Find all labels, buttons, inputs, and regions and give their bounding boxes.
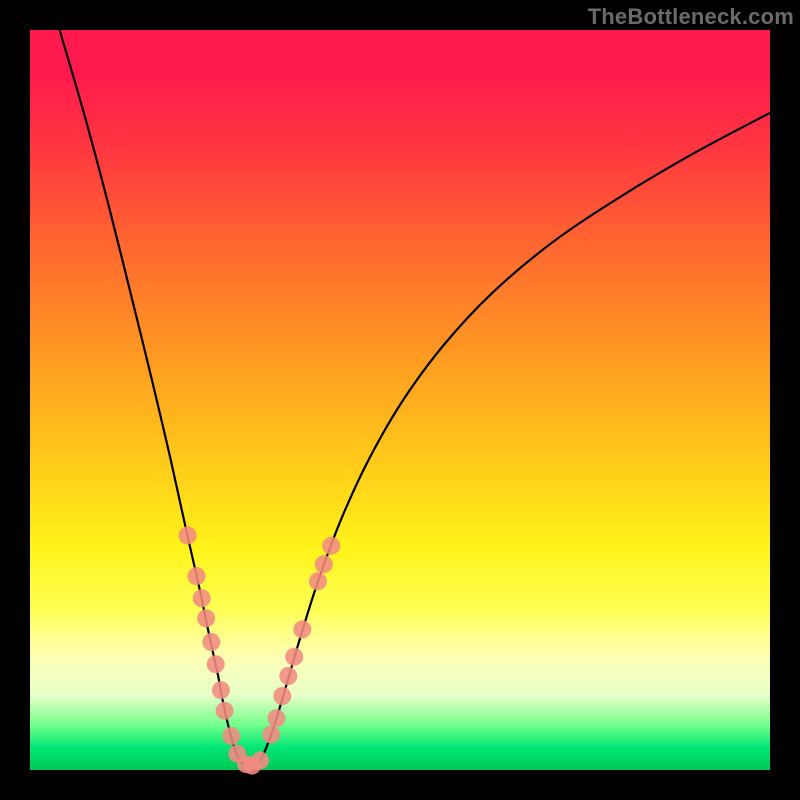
curve-marker <box>207 655 225 673</box>
curve-marker <box>309 572 327 590</box>
curve-marker <box>222 727 240 745</box>
curve-marker <box>273 687 291 705</box>
curve-marker <box>251 751 269 769</box>
marker-group <box>179 526 341 774</box>
watermark-text: TheBottleneck.com <box>588 4 794 30</box>
curve-marker <box>179 526 197 544</box>
curve-marker <box>262 726 280 744</box>
curve-marker <box>279 667 297 685</box>
curve-layer <box>30 30 770 770</box>
curve-marker <box>322 537 340 555</box>
curve-marker <box>216 702 234 720</box>
plot-area <box>30 30 770 770</box>
curve-marker <box>293 620 311 638</box>
curve-marker <box>228 745 246 763</box>
curve-marker <box>237 755 255 773</box>
curve-marker <box>243 757 261 775</box>
bottleneck-curve <box>60 30 770 766</box>
curve-marker <box>197 609 215 627</box>
curve-marker <box>193 589 211 607</box>
curve-marker <box>188 567 206 585</box>
curve-marker <box>202 633 220 651</box>
curve-marker <box>285 648 303 666</box>
outer-frame: TheBottleneck.com <box>0 0 800 800</box>
curve-marker <box>315 555 333 573</box>
curve-marker <box>212 681 230 699</box>
curve-marker <box>267 709 285 727</box>
